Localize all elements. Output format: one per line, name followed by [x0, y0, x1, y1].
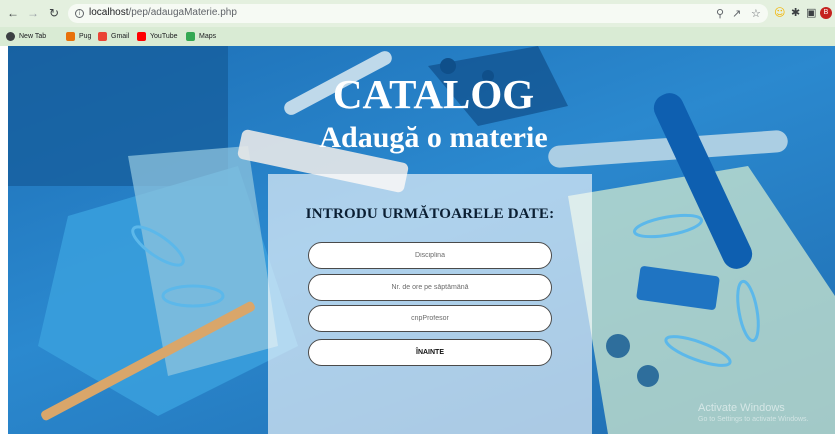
button-shape: [637, 365, 659, 387]
address-bar-row: ← → ↻ i localhost/pep/adaugaMaterie.php …: [0, 0, 835, 27]
bookmark-star-icon[interactable]: ☆: [751, 7, 761, 20]
bookmarks-bar: New Tab Pug Gmail YouTube Maps: [0, 27, 835, 46]
gmail-icon: [98, 32, 107, 41]
submit-button[interactable]: ÎNAINTE: [308, 339, 552, 366]
button-shape: [606, 334, 630, 358]
page-background: CATALOG Adaugă o materie INTRODU URMĂTOA…: [8, 46, 835, 434]
bookmark-gmail[interactable]: Gmail: [98, 30, 129, 43]
discipline-input[interactable]: [308, 242, 552, 269]
bookmark-maps[interactable]: Maps: [186, 30, 216, 43]
activate-windows-hint: Go to Settings to activate Windows.: [698, 416, 809, 423]
bookmark-new-tab[interactable]: New Tab: [6, 30, 46, 43]
hours-per-week-input[interactable]: [308, 274, 552, 301]
maps-icon: [186, 32, 195, 41]
forward-arrow-icon[interactable]: →: [26, 6, 40, 20]
bookmark-youtube[interactable]: YouTube: [137, 30, 178, 43]
bookmark-label: Gmail: [111, 33, 130, 40]
form-heading: INTRODU URMĂTOARELE DATE:: [305, 206, 555, 222]
url-host: localhost: [89, 7, 129, 18]
bookmark-label: Maps: [199, 33, 217, 40]
share-icon[interactable]: ↗: [732, 7, 741, 20]
bookmark-pug[interactable]: Pug: [66, 30, 91, 43]
back-arrow-icon[interactable]: ←: [6, 6, 20, 20]
side-panel-icon[interactable]: ▣: [806, 6, 816, 20]
emoji-extension-icon[interactable]: ☺: [774, 6, 785, 20]
pug-icon: [66, 32, 75, 41]
profile-avatar[interactable]: B: [820, 7, 832, 19]
address-bar[interactable]: i localhost/pep/adaugaMaterie.php ⚲ ↗ ☆: [68, 4, 768, 23]
zoom-icon[interactable]: ⚲: [716, 7, 724, 20]
browser-chrome: ← → ↻ i localhost/pep/adaugaMaterie.php …: [0, 0, 835, 46]
bookmark-label: Pug: [79, 33, 92, 40]
teacher-cnp-input[interactable]: [308, 305, 552, 332]
new-tab-icon: [6, 32, 15, 41]
page-subtitle: Adaugă o materie: [319, 121, 548, 154]
activate-windows-watermark: Activate Windows: [698, 402, 785, 414]
add-subject-form: INTRODU URMĂTOARELE DATE: ÎNAINTE: [268, 174, 592, 434]
page-title: CATALOG: [332, 71, 535, 117]
extensions-puzzle-icon[interactable]: ✱: [791, 6, 800, 20]
url-text[interactable]: localhost/pep/adaugaMaterie.php: [89, 7, 237, 18]
reload-icon[interactable]: ↻: [47, 6, 61, 20]
bookmark-label: YouTube: [150, 33, 178, 40]
youtube-icon: [137, 32, 146, 41]
url-path: /pep/adaugaMaterie.php: [128, 7, 237, 18]
bookmark-label: New Tab: [19, 33, 47, 40]
site-info-icon[interactable]: i: [75, 9, 84, 18]
